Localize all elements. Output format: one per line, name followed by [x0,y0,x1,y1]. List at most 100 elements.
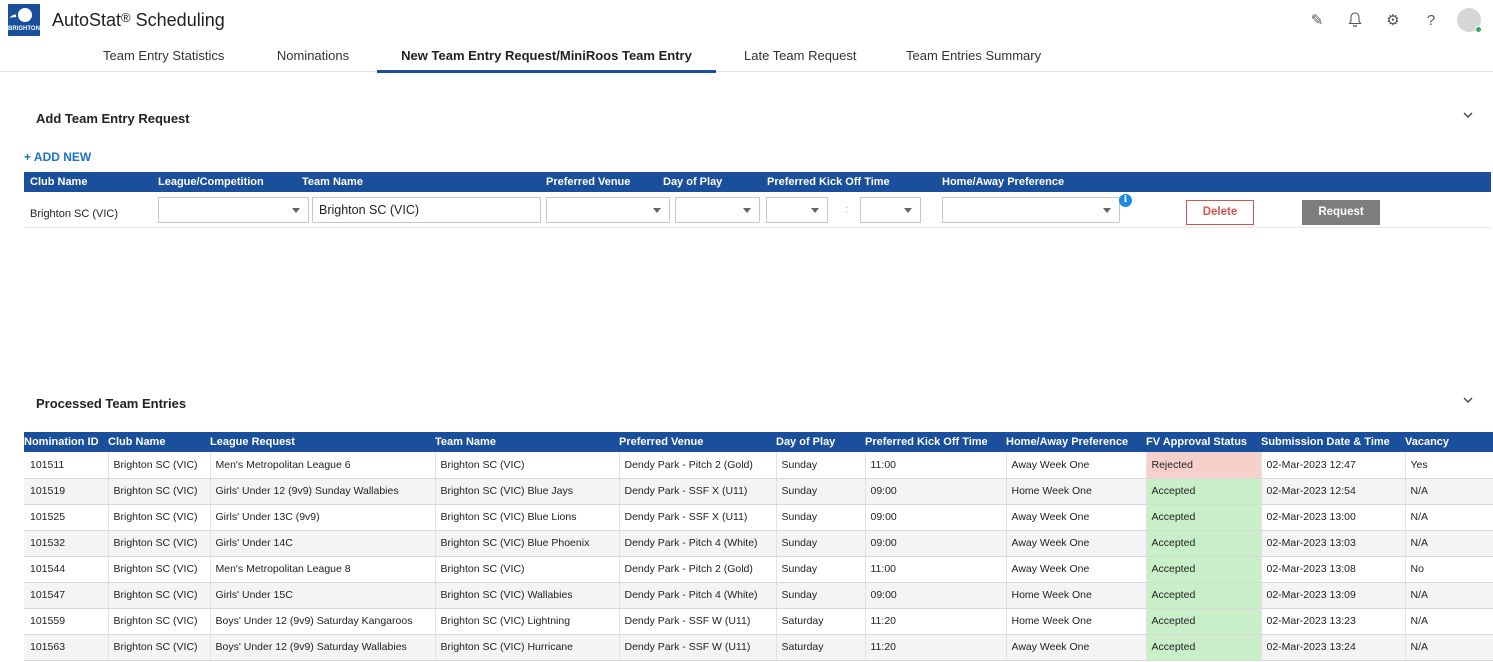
col-league-competition: League/Competition [158,176,264,188]
info-icon[interactable]: i [1119,194,1132,207]
cell-nomination-id: 101547 [24,582,109,609]
col-nomination-id[interactable]: Nomination ID [24,432,108,452]
cell-kickoff-time: 11:20 [865,634,1007,661]
chevron-down-icon [1103,208,1111,213]
cell-preferred-venue: Dendy Park - Pitch 2 (Gold) [619,556,777,583]
user-avatar[interactable] [1457,8,1482,33]
tab-new-team-entry-request[interactable]: New Team Entry Request/MiniRoos Team Ent… [377,48,716,73]
cell-preferred-venue: Dendy Park - Pitch 4 (White) [619,530,777,557]
col-league-request[interactable]: League Request [210,432,435,452]
table-row[interactable]: 101519 Brighton SC (VIC) Girls' Under 12 (… [24,478,1493,505]
cell-fv-approval-status: Accepted [1146,634,1262,661]
app-subtitle: Scheduling [135,10,225,30]
cell-kickoff-time: 11:00 [865,556,1007,583]
cell-day-of-play: Sunday [776,556,866,583]
cell-team-name: Brighton SC (VIC) [435,556,620,583]
col-preferred-kickoff[interactable]: Preferred Kick Off Time [865,432,1006,452]
kickoff-minute-select[interactable] [860,197,921,223]
cell-fv-approval-status: Accepted [1146,530,1262,557]
gear-icon[interactable]: ⚙ [1381,8,1405,32]
time-separator: : [845,204,849,216]
cell-team-name: Brighton SC (VIC) Blue Jays [435,478,620,505]
cell-league-request: Girls' Under 13C (9v9) [210,504,436,531]
table-row[interactable]: 101544 Brighton SC (VIC) Men's Metropolita… [24,556,1493,583]
cell-submission-date: 02-Mar-2023 12:54 [1261,478,1406,505]
cell-club-name: Brighton SC (VIC) [108,608,211,635]
cell-fv-approval-status: Accepted [1146,608,1262,635]
chevron-down-icon [653,208,661,213]
cell-nomination-id: 101532 [24,530,109,557]
col-fv-approval-status[interactable]: FV Approval Status [1146,432,1261,452]
collapse-processed-section-icon[interactable] [1462,393,1474,407]
cell-day-of-play: Sunday [776,504,866,531]
home-away-select[interactable] [942,197,1120,223]
app-name: AutoStat [52,10,122,30]
tab-team-entry-statistics[interactable]: Team Entry Statistics [103,48,224,72]
help-icon[interactable]: ? [1419,8,1443,32]
team-name-input[interactable]: Brighton SC (VIC) [312,197,541,223]
kickoff-hour-select[interactable] [766,197,828,223]
cell-league-request: Girls' Under 14C [210,530,436,557]
col-day-of-play[interactable]: Day of Play [776,432,865,452]
cell-league-request: Men's Metropolitan League 8 [210,556,436,583]
col-vacancy[interactable]: Vacancy [1405,432,1493,452]
cell-nomination-id: 101525 [24,504,109,531]
processed-entries-body: 101511 Brighton SC (VIC) Men's Metropolita… [24,452,1493,661]
add-new-link[interactable]: + ADD NEW [24,150,91,164]
cell-league-request: Men's Metropolitan League 6 [210,452,436,479]
cell-club-name: Brighton SC (VIC) [108,478,211,505]
cell-vacancy: N/A [1405,530,1493,557]
cell-vacancy: N/A [1405,582,1493,609]
table-row[interactable]: 101563 Brighton SC (VIC) Boys' Under 12 (9… [24,634,1493,661]
cell-league-request: Girls' Under 12 (9v9) Sunday Wallabies [210,478,436,505]
cell-league-request: Girls' Under 15C [210,582,436,609]
table-row[interactable]: 101547 Brighton SC (VIC) Girls' Under 15C B… [24,582,1493,609]
cell-club-name: Brighton SC (VIC) [108,452,211,479]
cell-vacancy: N/A [1405,634,1493,661]
cell-team-name: Brighton SC (VIC) Hurricane [435,634,620,661]
col-submission-date[interactable]: Submission Date & Time [1261,432,1405,452]
tab-late-team-request[interactable]: Late Team Request [744,48,857,72]
delete-button[interactable]: Delete [1186,200,1254,225]
col-preferred-venue: Preferred Venue [546,176,631,188]
cell-vacancy: Yes [1405,452,1493,479]
edit-icon[interactable]: ✎ [1305,8,1329,32]
cell-vacancy: N/A [1405,478,1493,505]
table-row[interactable]: 101559 Brighton SC (VIC) Boys' Under 12 (9… [24,608,1493,635]
tab-nominations[interactable]: Nominations [276,48,350,72]
chevron-down-icon [743,208,751,213]
table-row[interactable]: 101525 Brighton SC (VIC) Girls' Under 13C … [24,504,1493,531]
bell-icon-svg [1348,12,1362,27]
day-of-play-select[interactable] [675,197,760,223]
bell-icon[interactable] [1343,8,1367,32]
table-header-row: Nomination ID Club Name League Request T… [24,432,1493,452]
cell-preferred-venue: Dendy Park - SSF X (U11) [619,478,777,505]
table-row[interactable]: 101532 Brighton SC (VIC) Girls' Under 14C B… [24,530,1493,557]
col-home-away[interactable]: Home/Away Preference [1006,432,1146,452]
table-row[interactable]: 101511 Brighton SC (VIC) Men's Metropolita… [24,452,1493,479]
cell-team-name: Brighton SC (VIC) Blue Lions [435,504,620,531]
cell-nomination-id: 101511 [24,452,109,479]
cell-league-request: Boys' Under 12 (9v9) Saturday Kangaroos [210,608,436,635]
cell-home-away: Away Week One [1006,530,1147,557]
cell-kickoff-time: 09:00 [865,478,1007,505]
col-preferred-kickoff: Preferred Kick Off Time [767,176,890,188]
cell-club-name: Brighton SC (VIC) [108,530,211,557]
col-club-name[interactable]: Club Name [108,432,210,452]
cell-submission-date: 02-Mar-2023 12:47 [1261,452,1406,479]
request-button[interactable]: Request [1302,200,1380,225]
col-preferred-venue[interactable]: Preferred Venue [619,432,776,452]
request-club-name: Brighton SC (VIC) [30,208,119,220]
collapse-add-section-icon[interactable] [1462,108,1474,122]
processed-entries-title: Processed Team Entries [36,396,187,411]
preferred-venue-select[interactable] [546,197,670,223]
league-competition-select[interactable] [158,197,309,223]
tab-team-entries-summary[interactable]: Team Entries Summary [906,48,1041,72]
soccer-ball-icon [16,6,34,24]
cell-nomination-id: 101559 [24,608,109,635]
processed-entries-table: Nomination ID Club Name League Request T… [24,432,1493,661]
cell-team-name: Brighton SC (VIC) Wallabies [435,582,620,609]
col-team-name[interactable]: Team Name [435,432,619,452]
cell-nomination-id: 101563 [24,634,109,661]
club-logo[interactable]: BRIGHTON [8,4,40,36]
